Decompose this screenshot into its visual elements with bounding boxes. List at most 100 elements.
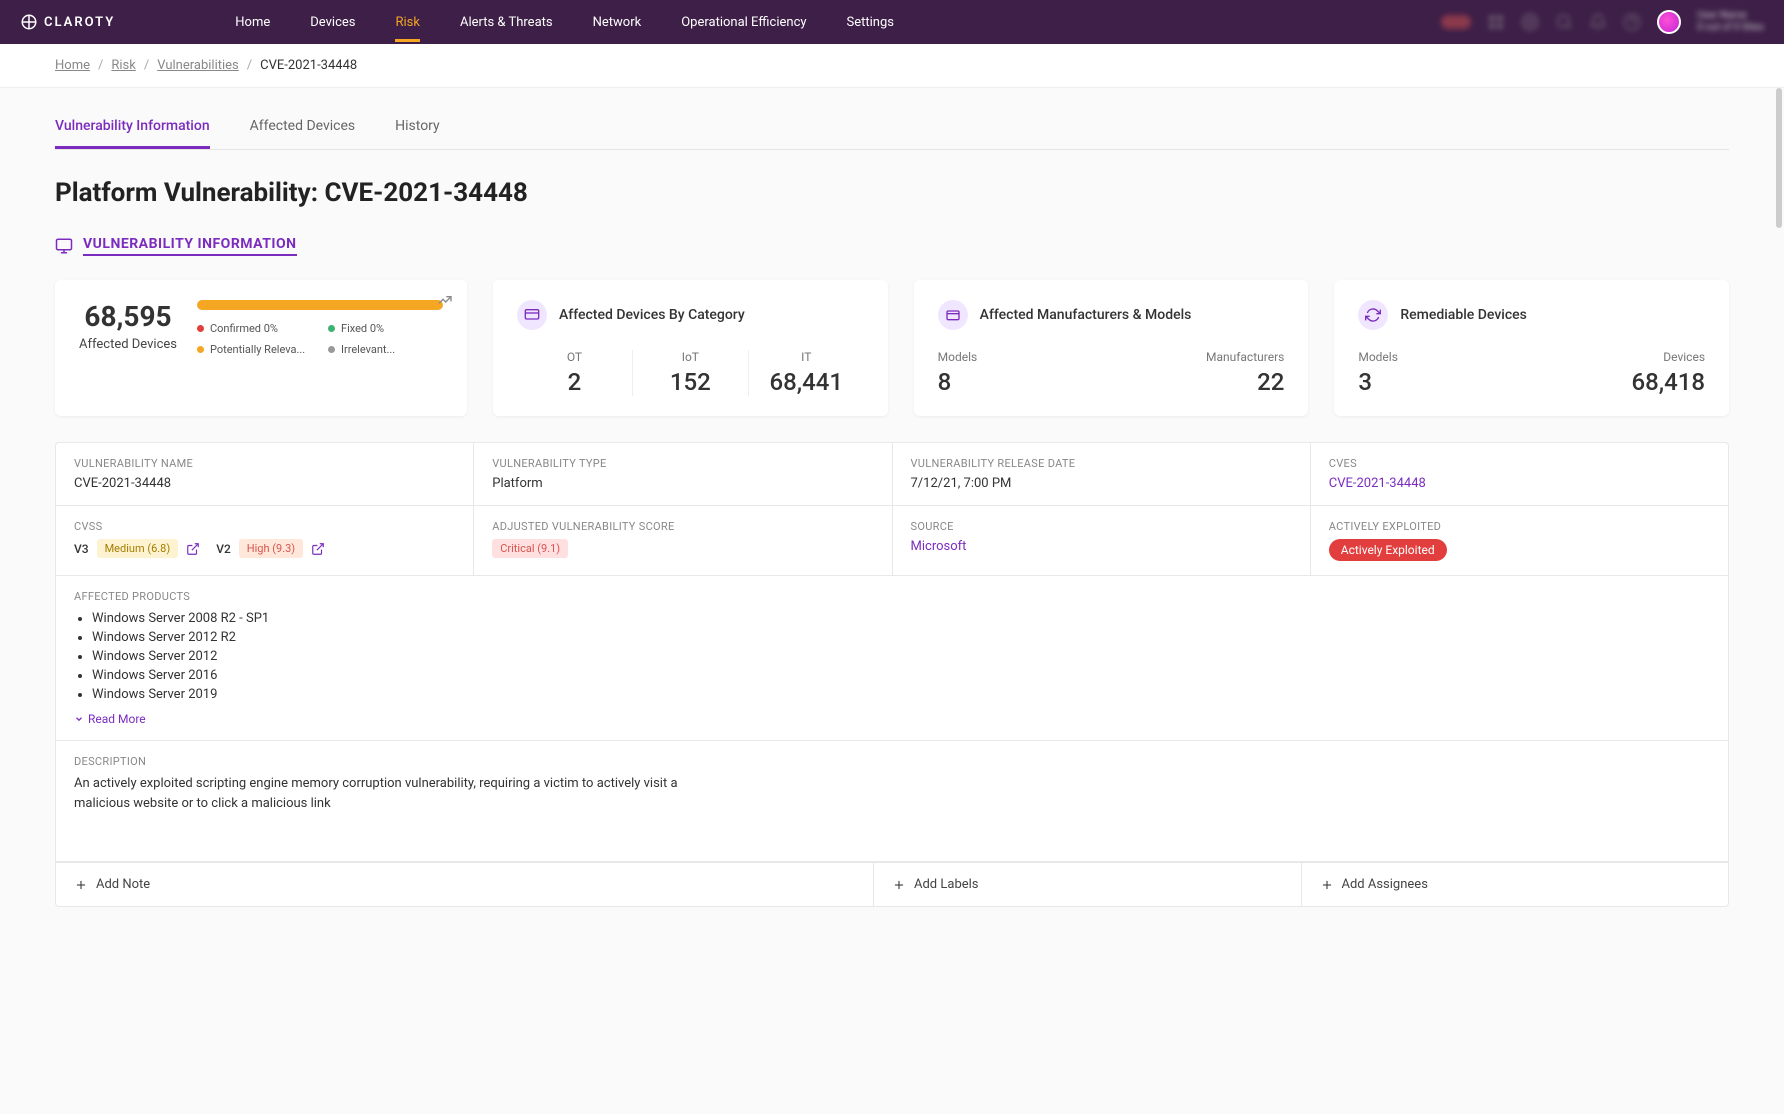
cell-label: DESCRIPTION — [74, 755, 1710, 768]
product-item: Windows Server 2016 — [92, 668, 1710, 683]
add-note-button[interactable]: Add Note — [56, 863, 874, 906]
bell-icon[interactable] — [1589, 13, 1607, 31]
detail-panel: VULNERABILITY NAME CVE-2021-34448 VULNER… — [55, 442, 1729, 907]
content-tabs: Vulnerability Information Affected Devic… — [55, 106, 1729, 150]
affected-bar — [197, 300, 443, 310]
breadcrumb: Home / Risk / Vulnerabilities / CVE-2021… — [0, 44, 1784, 88]
tab-affected-devices[interactable]: Affected Devices — [250, 106, 356, 149]
cve-link[interactable]: CVE-2021-34448 — [1329, 476, 1710, 491]
cell-label: CVSS — [74, 520, 455, 533]
stat-label: IoT — [643, 350, 738, 364]
cvss-v2-badge: High (9.3) — [239, 539, 303, 558]
cell-avs: ADJUSTED VULNERABILITY SCORE Critical (9… — [474, 506, 892, 575]
logo-icon — [20, 13, 38, 31]
cell-vuln-type: VULNERABILITY TYPE Platform — [474, 443, 892, 505]
cell-label: SOURCE — [911, 520, 1292, 533]
stat-label: Manufacturers — [1206, 350, 1284, 364]
legend-text: Irrelevant... — [341, 343, 395, 356]
search-icon[interactable] — [1555, 13, 1573, 31]
read-more-button[interactable]: Read More — [74, 712, 1710, 726]
stat-value: 68,441 — [759, 368, 854, 396]
stat-ot: OT 2 — [517, 350, 632, 396]
stat-label: OT — [527, 350, 622, 364]
tab-vuln-info[interactable]: Vulnerability Information — [55, 106, 210, 149]
action-label: Add Assignees — [1342, 877, 1428, 892]
affected-count: 68,595 — [79, 300, 177, 333]
nav-operational[interactable]: Operational Efficiency — [681, 3, 806, 42]
external-link-icon[interactable] — [186, 542, 200, 556]
plus-icon — [74, 878, 88, 892]
scrollbar[interactable] — [1776, 88, 1782, 228]
cards-row: 68,595 Affected Devices Confirmed 0% Fix… — [55, 280, 1729, 416]
add-labels-button[interactable]: Add Labels — [874, 863, 1302, 906]
stat-value: 3 — [1358, 368, 1398, 396]
nav-devices[interactable]: Devices — [310, 3, 355, 42]
stat-rem-models: Models 3 — [1358, 350, 1398, 396]
chevron-down-icon — [74, 714, 84, 724]
crumb-vulnerabilities[interactable]: Vulnerabilities — [157, 58, 239, 73]
user-info: User Name0 out of 0 Sites — [1697, 10, 1764, 34]
cell-value: Platform — [492, 476, 873, 491]
section-header: VULNERABILITY INFORMATION — [55, 236, 1729, 256]
source-link[interactable]: Microsoft — [911, 539, 1292, 554]
box-icon — [945, 307, 961, 323]
cvss-v2-label: V2 — [216, 542, 231, 556]
cell-value: 7/12/21, 7:00 PM — [911, 476, 1292, 491]
legend-irrelevant: Irrelevant... — [328, 343, 443, 356]
legend-text: Confirmed 0% — [210, 322, 278, 335]
plus-icon — [1320, 878, 1334, 892]
tab-history[interactable]: History — [395, 106, 440, 149]
cell-label: ADJUSTED VULNERABILITY SCORE — [492, 520, 873, 533]
legend-potential: Potentially Releva... — [197, 343, 312, 356]
monitor-icon — [524, 307, 540, 323]
product-item: Windows Server 2019 — [92, 687, 1710, 702]
plus-icon — [892, 878, 906, 892]
brand-text: CLAROTY — [44, 15, 115, 30]
legend-confirmed: Confirmed 0% — [197, 322, 312, 335]
read-more-label: Read More — [88, 712, 146, 726]
nav-settings[interactable]: Settings — [847, 3, 894, 42]
legend-text: Potentially Releva... — [210, 343, 305, 356]
affected-legend: Confirmed 0% Fixed 0% Potentially Releva… — [197, 322, 443, 356]
cell-description: DESCRIPTION An actively exploited script… — [56, 741, 1728, 861]
chart-icon[interactable] — [437, 292, 453, 308]
stat-rem-devices: Devices 68,418 — [1631, 350, 1705, 396]
nav-right: User Name0 out of 0 Sites — [1441, 10, 1764, 34]
crumb-sep: / — [247, 58, 252, 73]
affected-label: Affected Devices — [79, 337, 177, 352]
cell-label: VULNERABILITY RELEASE DATE — [911, 457, 1292, 470]
top-nav: CLAROTY Home Devices Risk Alerts & Threa… — [0, 0, 1784, 44]
logo[interactable]: CLAROTY — [20, 13, 115, 31]
help-icon[interactable] — [1623, 13, 1641, 31]
product-item: Windows Server 2012 — [92, 649, 1710, 664]
crumb-current: CVE-2021-34448 — [260, 58, 357, 73]
gear-icon[interactable] — [1521, 13, 1539, 31]
stat-label: Devices — [1631, 350, 1705, 364]
stat-value: 8 — [938, 368, 978, 396]
action-label: Add Labels — [914, 877, 979, 892]
nav-network[interactable]: Network — [593, 3, 642, 42]
stat-label: IT — [759, 350, 854, 364]
cvss-v3-badge: Medium (6.8) — [97, 539, 179, 558]
nav-home[interactable]: Home — [235, 3, 270, 42]
status-pill[interactable] — [1441, 15, 1471, 29]
grid-icon[interactable] — [1487, 13, 1505, 31]
avatar[interactable] — [1657, 10, 1681, 34]
external-link-icon[interactable] — [311, 542, 325, 556]
add-assignees-button[interactable]: Add Assignees — [1302, 863, 1729, 906]
dot-icon — [197, 346, 204, 353]
crumb-risk[interactable]: Risk — [111, 58, 135, 73]
stat-label: Models — [938, 350, 978, 364]
dot-icon — [328, 325, 335, 332]
actions-row: Add Note Add Labels Add Assignees — [56, 862, 1728, 906]
nav-risk[interactable]: Risk — [395, 3, 419, 42]
card-manufacturers: Affected Manufacturers & Models Models 8… — [914, 280, 1309, 416]
manuf-icon-wrap — [938, 300, 968, 330]
nav-alerts[interactable]: Alerts & Threats — [460, 3, 553, 42]
dot-icon — [197, 325, 204, 332]
page-title: Platform Vulnerability: CVE-2021-34448 — [55, 178, 1729, 208]
crumb-home[interactable]: Home — [55, 58, 90, 73]
section-label: VULNERABILITY INFORMATION — [83, 236, 297, 256]
category-icon-wrap — [517, 300, 547, 330]
card-affected-devices: 68,595 Affected Devices Confirmed 0% Fix… — [55, 280, 467, 416]
